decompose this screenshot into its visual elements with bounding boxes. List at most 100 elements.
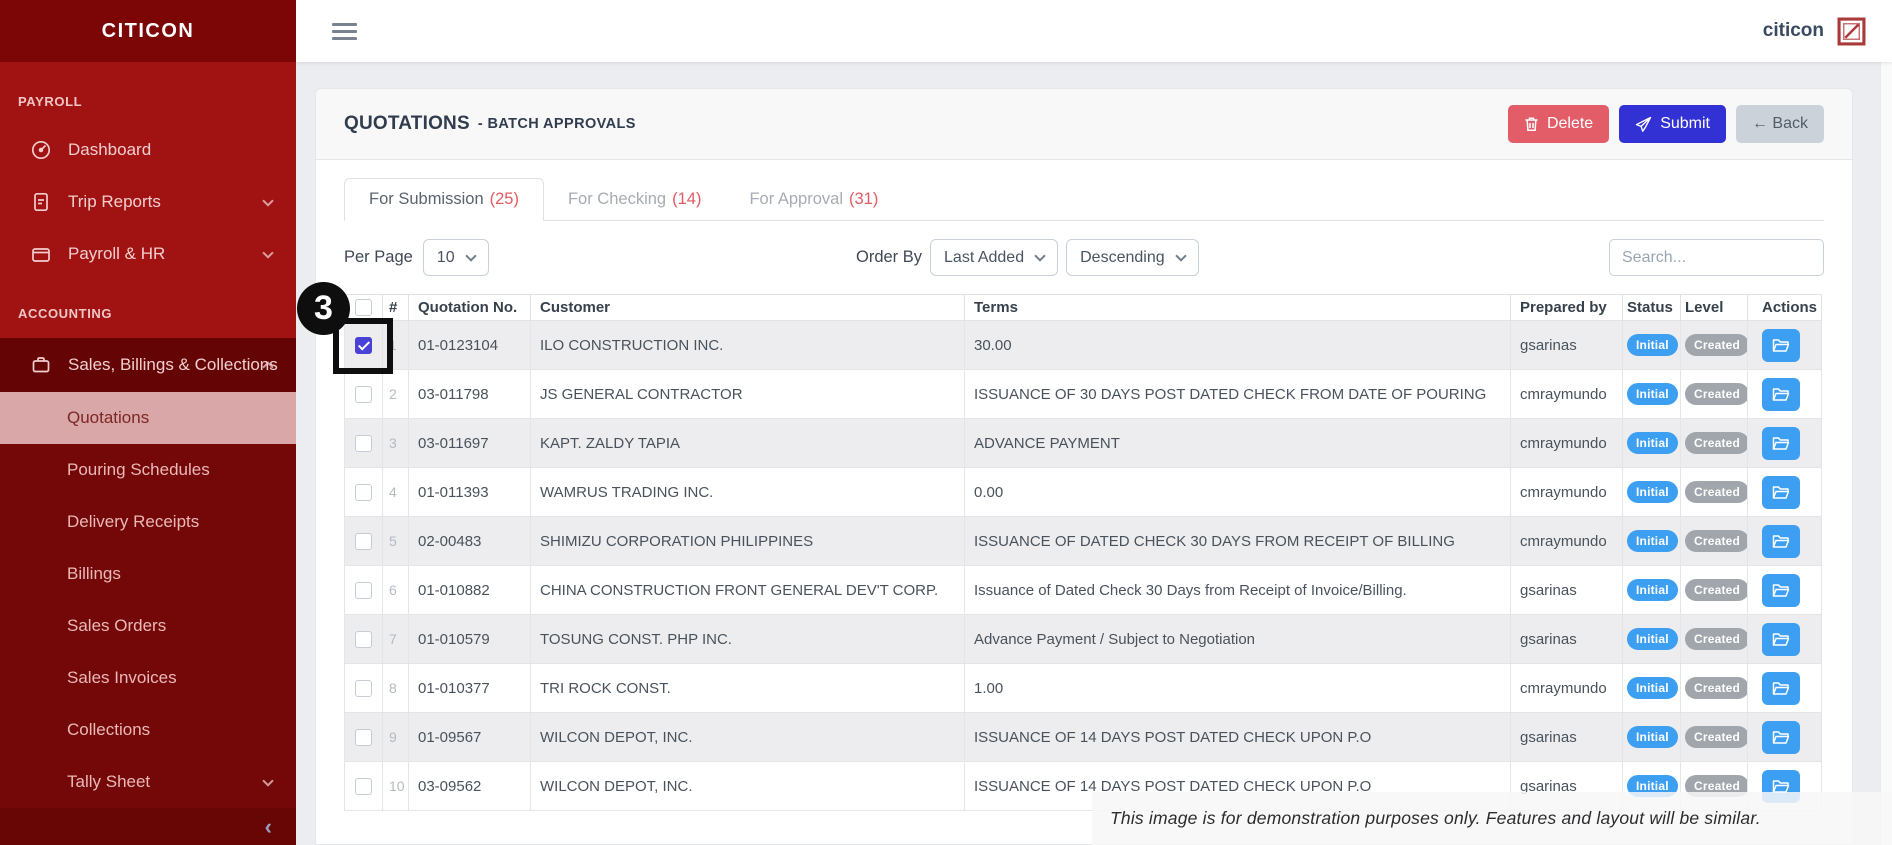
row-number: 8 [383, 664, 409, 713]
folder-open-icon [1772, 583, 1790, 598]
col-header-customer: Customer [531, 295, 965, 321]
sidebar-brand: CITICON [0, 0, 296, 62]
topbar: citicon [296, 0, 1892, 62]
folder-open-icon [1772, 681, 1790, 696]
row-number: 5 [383, 517, 409, 566]
row-checkbox[interactable] [355, 386, 372, 403]
status-cell: Initial [1623, 517, 1681, 566]
col-header-status: Status [1623, 295, 1681, 321]
order-direction-select[interactable]: Descending [1066, 239, 1199, 276]
row-checkbox[interactable] [355, 484, 372, 501]
sidebar-subitem-label: Sales Orders [67, 616, 166, 636]
submit-button-label: Submit [1660, 115, 1710, 133]
terms-cell: Issuance of Dated Check 30 Days from Rec… [965, 566, 1511, 615]
open-quotation-button[interactable] [1762, 525, 1800, 558]
terms-cell: ISSUANCE OF 30 DAYS POST DATED CHECK FRO… [965, 370, 1511, 419]
card-header: QUOTATIONS - BATCH APPROVALS Delete Subm… [316, 89, 1852, 160]
sidebar-subitem-collections[interactable]: Collections [0, 704, 296, 756]
hamburger-menu-icon[interactable] [332, 19, 357, 44]
back-button[interactable]: ← Back [1736, 105, 1824, 143]
actions-cell [1748, 517, 1822, 566]
sidebar-subitem-label: Quotations [67, 408, 149, 428]
chevron-down-icon [262, 775, 273, 786]
sales-billings-group: Sales, Billings & Collections Quotations… [0, 338, 296, 808]
customer-cell: TOSUNG CONST. PHP INC. [531, 615, 965, 664]
tab-for-submission[interactable]: For Submission (25) [344, 178, 544, 221]
open-quotation-button[interactable] [1762, 329, 1800, 362]
speedometer-icon [30, 139, 52, 161]
open-quotation-button[interactable] [1762, 427, 1800, 460]
submit-button[interactable]: Submit [1619, 105, 1726, 143]
level-cell: Created [1681, 615, 1748, 664]
open-quotation-button[interactable] [1762, 574, 1800, 607]
sidebar-item-label: Dashboard [68, 140, 151, 160]
sidebar-subitem-tally-sheet[interactable]: Tally Sheet [0, 756, 296, 808]
tab-for-checking[interactable]: For Checking (14) [544, 178, 725, 220]
sidebar-item-trip-reports[interactable]: Trip Reports [0, 176, 296, 228]
delete-button[interactable]: Delete [1508, 105, 1609, 143]
sidebar-subitem-billings[interactable]: Billings [0, 548, 296, 600]
open-quotation-button[interactable] [1762, 378, 1800, 411]
row-checkbox[interactable] [355, 680, 372, 697]
status-badge: Initial [1627, 579, 1678, 601]
search-input[interactable] [1609, 239, 1824, 276]
sidebar-subitem-sales-invoices[interactable]: Sales Invoices [0, 652, 296, 704]
customer-cell: ILO CONSTRUCTION INC. [531, 321, 965, 370]
table-row: 901-09567WILCON DEPOT, INC.ISSUANCE OF 1… [345, 713, 1822, 762]
per-page-value: 10 [437, 249, 455, 267]
open-quotation-button[interactable] [1762, 476, 1800, 509]
paper-plane-icon [1635, 116, 1652, 133]
chevron-down-icon [1175, 250, 1186, 261]
table-row: 701-010579TOSUNG CONST. PHP INC.Advance … [345, 615, 1822, 664]
select-all-checkbox[interactable] [355, 299, 372, 316]
tab-label: For Approval [749, 190, 843, 209]
row-checkbox[interactable] [355, 631, 372, 648]
trash-icon [1524, 116, 1539, 132]
sidebar-item-sales-billings-collections[interactable]: Sales, Billings & Collections [0, 338, 296, 392]
sidebar-subitem-quotations[interactable]: Quotations [0, 392, 296, 444]
customer-cell: CHINA CONSTRUCTION FRONT GENERAL DEV'T C… [531, 566, 965, 615]
level-badge: Created [1685, 334, 1748, 356]
sidebar-subitem-delivery-receipts[interactable]: Delivery Receipts [0, 496, 296, 548]
order-field-select[interactable]: Last Added [930, 239, 1058, 276]
status-badge: Initial [1627, 383, 1678, 405]
tab-for-approval[interactable]: For Approval (31) [725, 178, 902, 220]
row-checkbox[interactable] [355, 435, 372, 452]
prepared-by-cell: cmraymundo [1511, 664, 1623, 713]
terms-cell: 0.00 [965, 468, 1511, 517]
terms-cell: 30.00 [965, 321, 1511, 370]
scrollbar-track[interactable] [1880, 62, 1892, 845]
tab-count: (14) [672, 190, 701, 209]
open-quotation-button[interactable] [1762, 672, 1800, 705]
row-checkbox[interactable] [355, 533, 372, 550]
open-quotation-button[interactable] [1762, 623, 1800, 656]
sidebar-subitem-sales-orders[interactable]: Sales Orders [0, 600, 296, 652]
actions-cell [1748, 468, 1822, 517]
order-direction-value: Descending [1080, 249, 1165, 267]
sidebar-item-dashboard[interactable]: Dashboard [0, 124, 296, 176]
sidebar-subitem-pouring-schedules[interactable]: Pouring Schedules [0, 444, 296, 496]
per-page-select[interactable]: 10 [423, 239, 489, 276]
status-cell: Initial [1623, 468, 1681, 517]
row-checkbox[interactable] [355, 729, 372, 746]
status-badge: Initial [1627, 432, 1678, 454]
quotations-table: # Quotation No. Customer Terms Prepared … [344, 294, 1822, 811]
row-checkbox[interactable] [355, 778, 372, 795]
row-number: 6 [383, 566, 409, 615]
section-label-accounting: ACCOUNTING [0, 280, 296, 338]
open-quotation-button[interactable] [1762, 721, 1800, 754]
row-checkbox[interactable] [355, 582, 372, 599]
level-cell: Created [1681, 321, 1748, 370]
sidebar-item-payroll-hr[interactable]: Payroll & HR [0, 228, 296, 280]
level-badge: Created [1685, 383, 1748, 405]
sidebar-subitem-label: Sales Invoices [67, 668, 177, 688]
level-badge: Created [1685, 677, 1748, 699]
topbar-brand: citicon [1763, 20, 1824, 42]
citicon-logo-icon [1837, 17, 1866, 46]
table-row: 502-00483SHIMIZU CORPORATION PHILIPPINES… [345, 517, 1822, 566]
collapse-sidebar-icon[interactable]: ‹ [265, 816, 272, 838]
folder-open-icon [1772, 436, 1790, 451]
level-cell: Created [1681, 419, 1748, 468]
col-header-num: # [383, 295, 409, 321]
sidebar-subitem-label: Collections [67, 720, 150, 740]
